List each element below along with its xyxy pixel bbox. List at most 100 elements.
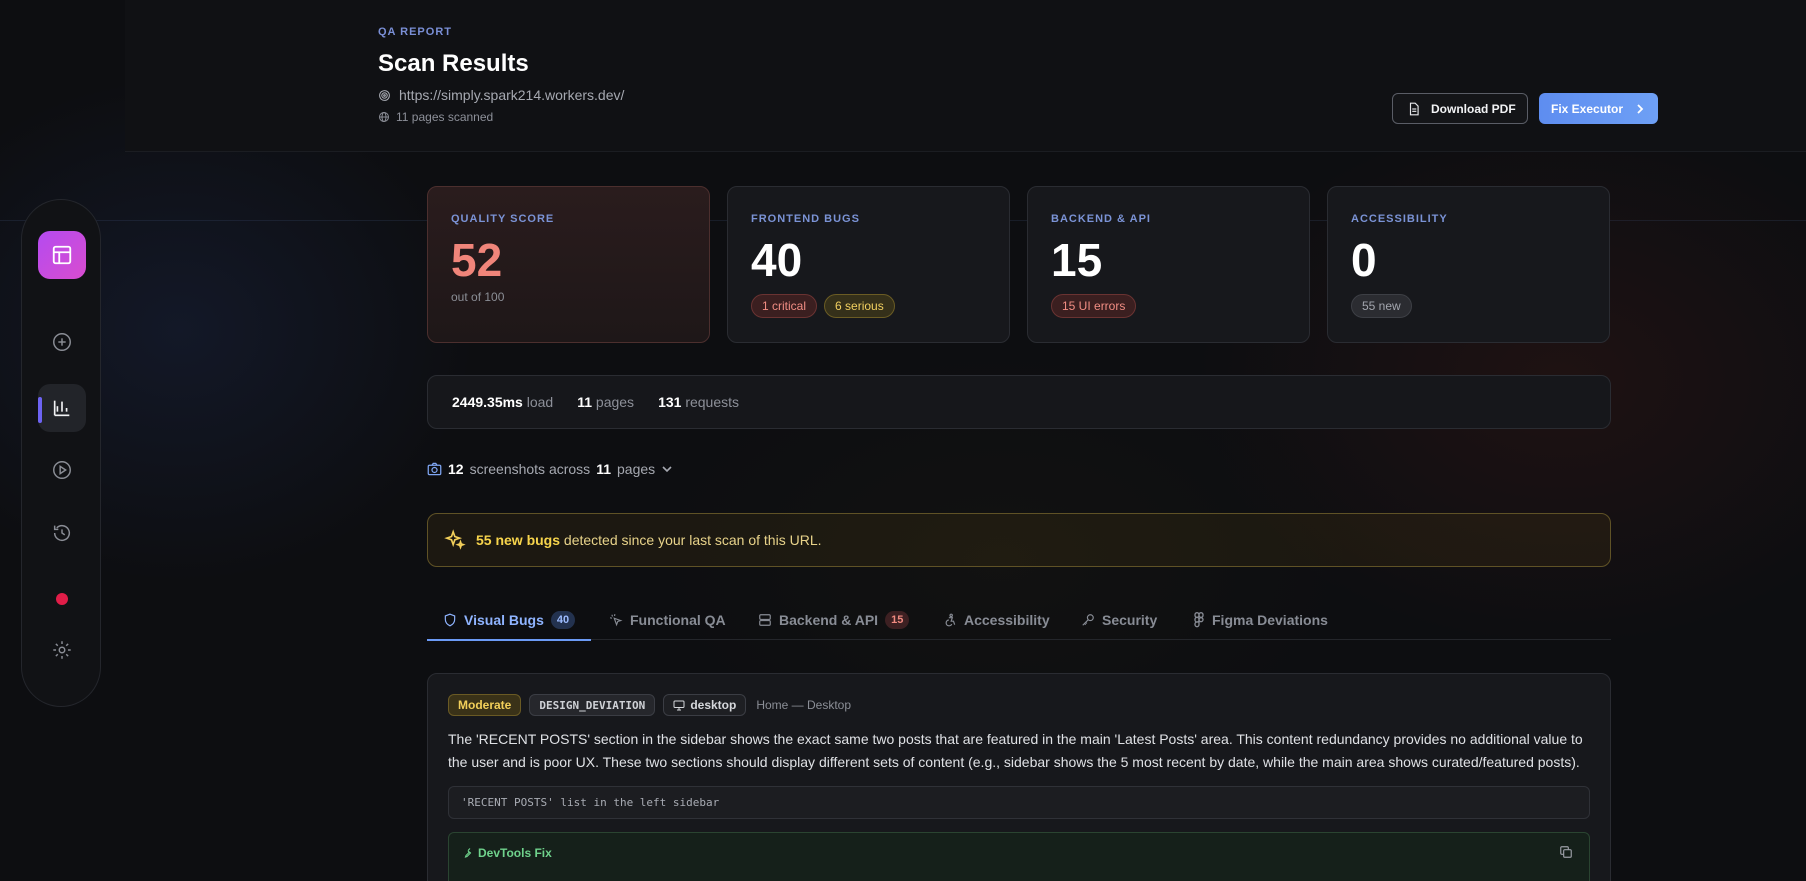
rail-new-scan[interactable] xyxy=(38,318,86,366)
fix-executor-button[interactable]: Fix Executor xyxy=(1539,93,1658,124)
critical-badge: 1 critical xyxy=(751,294,818,318)
report-eyebrow: QA REPORT xyxy=(378,26,452,38)
side-rail xyxy=(21,199,101,707)
issue-description: The 'RECENT POSTS' section in the sideba… xyxy=(448,731,1583,770)
devtools-fix-label: DevTools Fix xyxy=(478,846,552,860)
rail-reports[interactable] xyxy=(38,384,86,432)
plus-circle-icon xyxy=(53,333,71,351)
tab-functional-qa[interactable]: Functional QA xyxy=(609,600,726,640)
tab-label: Figma Deviations xyxy=(1212,612,1328,628)
card-label: ACCESSIBILITY xyxy=(1351,213,1448,225)
globe-icon xyxy=(379,112,389,122)
key-icon xyxy=(1082,614,1094,626)
backend-api-value: 15 xyxy=(1051,234,1103,286)
active-indicator xyxy=(38,397,42,423)
tab-visual-bugs[interactable]: Visual Bugs 40 xyxy=(427,600,592,641)
ui-errors-badge: 15 UI errors xyxy=(1051,294,1137,318)
requests-stat: 131 requests xyxy=(658,394,739,410)
fix-executor-label: Fix Executor xyxy=(1551,101,1624,116)
load-stat: 2449.35ms load xyxy=(452,394,553,410)
screenshot-pages-label: pages xyxy=(617,461,656,477)
pages-scanned-text: 11 pages scanned xyxy=(396,110,494,124)
accessibility-card: ACCESSIBILITY 0 55 new xyxy=(1327,186,1610,343)
issue-selector: 'RECENT POSTS' list in the left sidebar xyxy=(448,786,1590,819)
severity-badge: Moderate xyxy=(448,694,522,716)
tab-security[interactable]: Security xyxy=(1081,600,1157,640)
accessibility-value: 0 xyxy=(1351,234,1377,286)
page-title: Scan Results xyxy=(378,50,529,77)
app-logo[interactable] xyxy=(38,231,86,279)
bar-chart-icon xyxy=(53,400,70,417)
pointer-click-icon xyxy=(609,614,623,627)
new-badge: 55 new xyxy=(1351,294,1412,318)
pages-value: 11 xyxy=(577,394,593,410)
devtools-fix-panel: DevTools Fix xyxy=(448,832,1590,881)
tab-count: 40 xyxy=(550,610,576,629)
layout-icon xyxy=(52,245,72,265)
issue-location: Home — Desktop xyxy=(756,698,852,712)
copy-icon xyxy=(1560,846,1572,858)
monitor-icon xyxy=(673,700,685,710)
alert-body: detected since your last scan of this UR… xyxy=(563,532,822,548)
tab-count: 15 xyxy=(885,611,910,629)
card-label: FRONTEND BUGS xyxy=(751,213,860,225)
issue-tabs: Visual Bugs 40 Functional QA Backend & A… xyxy=(427,600,1611,641)
download-pdf-button[interactable]: Download PDF xyxy=(1392,93,1528,124)
gear-icon xyxy=(53,641,71,659)
chevron-right-icon xyxy=(1637,103,1644,114)
figma-icon xyxy=(1194,612,1204,628)
tab-figma-deviations[interactable]: Figma Deviations xyxy=(1193,600,1328,640)
alert-text: 55 new bugs detected since your last sca… xyxy=(476,532,822,548)
play-circle-icon xyxy=(53,461,71,479)
requests-value: 131 xyxy=(658,394,682,410)
device-label: desktop xyxy=(690,698,737,712)
download-pdf-label: Download PDF xyxy=(1431,101,1516,116)
frontend-bugs-card: FRONTEND BUGS 40 1 critical 6 serious xyxy=(727,186,1010,343)
history-icon xyxy=(53,525,71,542)
quality-score-value: 52 xyxy=(451,234,503,286)
rail-history[interactable] xyxy=(38,509,86,557)
tab-label: Visual Bugs xyxy=(464,611,544,628)
shield-icon xyxy=(444,613,456,626)
tab-label: Accessibility xyxy=(964,612,1050,628)
serious-badge: 6 serious xyxy=(824,294,895,318)
url-text[interactable]: https://simply.spark214.workers.dev/ xyxy=(399,87,624,103)
card-label: QUALITY SCORE xyxy=(451,213,555,225)
backend-api-card: BACKEND & API 15 15 UI errors xyxy=(1027,186,1310,343)
screenshots-toggle[interactable]: 12 screenshots across 11 pages xyxy=(427,461,673,477)
new-bugs-alert: 55 new bugs detected since your last sca… xyxy=(427,513,1611,567)
tab-label: Backend & API xyxy=(779,612,879,628)
screenshot-pages: 11 xyxy=(596,461,611,477)
quality-score-sub: out of 100 xyxy=(451,290,505,304)
quality-score-card: QUALITY SCORE 52 out of 100 xyxy=(427,186,710,343)
copy-button[interactable] xyxy=(1559,845,1573,864)
rail-settings[interactable] xyxy=(38,626,86,674)
recording-dot[interactable] xyxy=(56,593,68,605)
screenshot-text: screenshots across xyxy=(469,461,591,477)
rail-run[interactable] xyxy=(38,446,86,494)
card-label: BACKEND & API xyxy=(1051,213,1151,225)
alert-bold: 55 new bugs xyxy=(476,532,561,548)
pages-stat: 11 pages xyxy=(577,394,634,410)
issue-card: Moderate DESIGN_DEVIATION desktop Home —… xyxy=(427,673,1611,881)
tab-label: Functional QA xyxy=(630,612,726,628)
pages-scanned: 11 pages scanned xyxy=(378,110,493,124)
sparkles-icon xyxy=(444,529,466,550)
scanned-url: https://simply.spark214.workers.dev/ xyxy=(378,87,624,103)
screenshot-count: 12 xyxy=(448,461,464,477)
chevron-down-icon xyxy=(662,466,672,473)
load-label: load xyxy=(526,394,554,410)
load-value: 2449.35ms xyxy=(452,394,523,410)
target-icon xyxy=(379,89,390,101)
tab-backend-api[interactable]: Backend & API 15 xyxy=(758,600,910,640)
issue-type-badge: DESIGN_DEVIATION xyxy=(529,694,656,716)
accessibility-icon xyxy=(945,613,956,627)
frontend-bugs-value: 40 xyxy=(751,234,803,286)
wrench-icon xyxy=(464,848,472,858)
document-icon xyxy=(1409,102,1419,115)
tab-accessibility[interactable]: Accessibility xyxy=(943,600,1050,640)
performance-stats: 2449.35ms load 11 pages 131 requests xyxy=(427,375,1611,429)
tab-label: Security xyxy=(1102,612,1158,628)
camera-icon xyxy=(427,462,442,476)
requests-label: requests xyxy=(685,394,740,410)
